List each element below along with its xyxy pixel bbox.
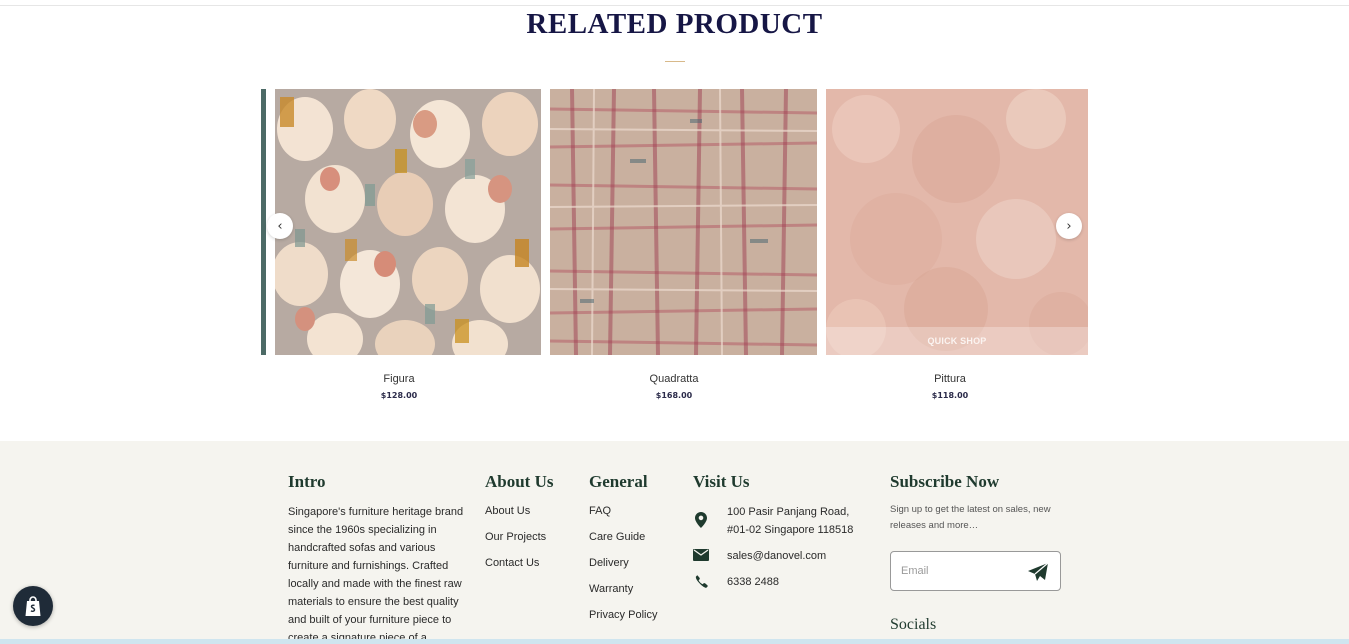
newsletter-email-input[interactable] — [901, 562, 1019, 580]
related-product-carousel: QUICK SHOP — [261, 89, 1088, 355]
footer-link-contact-us[interactable]: Contact Us — [485, 557, 539, 569]
chevron-right-icon: › — [1066, 218, 1072, 234]
contact-email-link[interactable]: sales@danovel.com — [727, 547, 826, 565]
map-pin-icon — [693, 512, 709, 528]
footer-link-care-guide[interactable]: Care Guide — [589, 531, 645, 543]
title-underline — [665, 61, 685, 62]
quick-shop-button[interactable]: QUICK SHOP — [826, 327, 1088, 355]
contact-phone-link[interactable]: 6338 2488 — [727, 573, 779, 591]
address-line-2: #01-02 Singapore 118518 — [727, 524, 854, 536]
footer-heading-general: General — [589, 472, 648, 491]
product-name-link[interactable]: Quadratta — [539, 373, 809, 385]
footer-heading-visit: Visit Us — [693, 472, 750, 491]
footer-link-faq[interactable]: FAQ — [589, 505, 611, 517]
paper-plane-icon — [1028, 562, 1049, 581]
subscribe-description: Sign up to get the latest on sales, new … — [890, 504, 1051, 531]
address-line-1: 100 Pasir Panjang Road, — [727, 506, 850, 518]
product-image-figura[interactable] — [275, 89, 541, 355]
shopify-badge-button[interactable] — [13, 586, 53, 626]
carousel-prev-button[interactable]: ‹ — [267, 213, 293, 239]
carousel-next-button[interactable]: › — [1056, 213, 1082, 239]
product-price: $128.00 — [380, 391, 418, 400]
newsletter-submit-button[interactable] — [1025, 560, 1051, 584]
footer-link-warranty[interactable]: Warranty — [589, 583, 633, 595]
site-footer — [0, 441, 1349, 644]
footer-link-privacy-policy[interactable]: Privacy Policy — [589, 609, 657, 621]
bottom-bar — [0, 639, 1349, 644]
top-divider — [0, 5, 1349, 6]
product-name-link[interactable]: Pittura — [815, 373, 1085, 385]
chevron-left-icon: ‹ — [277, 218, 283, 234]
footer-heading-subscribe: Subscribe Now — [890, 472, 1000, 491]
shopping-bag-icon — [25, 596, 41, 616]
footer-link-delivery[interactable]: Delivery — [589, 557, 629, 569]
product-price: $168.00 — [655, 391, 693, 400]
footer-link-our-projects[interactable]: Our Projects — [485, 531, 546, 543]
product-image-quadratta[interactable] — [550, 89, 817, 355]
product-image-pittura[interactable]: QUICK SHOP — [826, 89, 1088, 355]
footer-heading-about: About Us — [485, 472, 554, 491]
mail-icon — [693, 547, 709, 563]
phone-icon — [693, 573, 709, 589]
intro-description: Singapore's furniture heritage brand sin… — [288, 506, 464, 644]
product-price: $118.00 — [931, 391, 969, 400]
footer-link-about-us[interactable]: About Us — [485, 505, 530, 517]
footer-heading-socials: Socials — [890, 616, 937, 633]
newsletter-form — [890, 551, 1061, 591]
related-product-title: RELATED PRODUCT — [526, 8, 823, 40]
product-name-link[interactable]: Figura — [264, 373, 534, 385]
footer-heading-intro: Intro — [288, 472, 326, 491]
previous-product-edge[interactable] — [261, 89, 266, 355]
